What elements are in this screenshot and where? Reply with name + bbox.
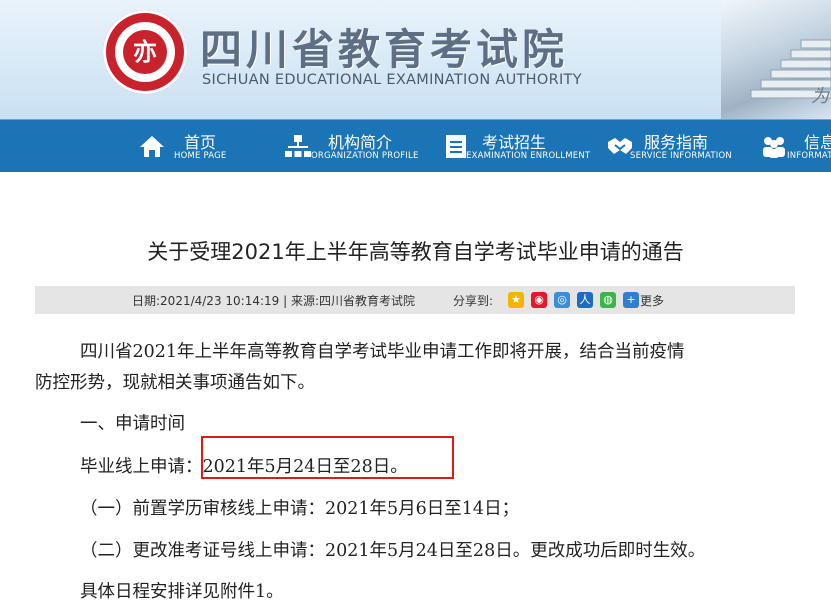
paragraph-intro-line2: 防控形势，现就相关事项通告如下。 <box>35 373 315 393</box>
site-header: 亦 四川省教育考试院 SICHUAN EDUCATIONAL EXAMINATI… <box>0 0 831 119</box>
nav-label: 信息 <box>804 133 831 152</box>
qzone-icon[interactable]: ★ <box>508 292 524 308</box>
section-heading: 一、申请时间 <box>80 414 185 434</box>
header-slogan-fragment: 为 <box>811 86 829 107</box>
nav-label: 考试招生 <box>482 133 547 152</box>
change-ticket-line: （二）更改准考证号线上申请：2021年5月24日至28日。更改成功后即时生效。 <box>80 541 706 561</box>
nav-label-en: ORGANIZATION PROFILE <box>311 151 419 161</box>
nav-item-home[interactable]: 首页 HOME PAGE <box>138 120 248 172</box>
nav-item-service[interactable]: 服务指南 SERVICE INFORMATION <box>606 120 746 172</box>
pre-qualification-line: （一）前置学历审核线上申请：2021年5月6日至14日； <box>80 499 520 519</box>
renren-icon[interactable]: 人 <box>577 292 593 308</box>
org-chart-icon <box>285 135 311 157</box>
site-title: 四川省教育考试院 <box>200 25 569 74</box>
nav-label-en: INFORMAT <box>787 151 831 161</box>
nav-label-en: SERVICE INFORMATION <box>630 151 732 161</box>
weibo-icon[interactable]: ◉ <box>531 292 547 308</box>
nav-label: 首页 <box>184 133 217 152</box>
nav-label: 机构简介 <box>328 133 393 152</box>
highlight-box <box>201 436 454 479</box>
tencent-weibo-icon[interactable]: ◎ <box>554 292 570 308</box>
nav-label-en: HOME PAGE <box>174 151 227 161</box>
nav-item-information[interactable]: 信息 INFORMAT <box>760 120 831 172</box>
paragraph-intro-line1: 四川省2021年上半年高等教育自学考试毕业申请工作即将开展，结合当前疫情 <box>80 342 685 362</box>
wechat-icon[interactable]: ◍ <box>600 292 616 308</box>
article-meta-bar: 日期:2021/4/23 10:14:19 | 来源:四川省教育考试院 分享到:… <box>35 286 795 314</box>
share-label: 分享到: <box>453 294 494 308</box>
nav-item-organization[interactable]: 机构简介 ORGANIZATION PROFILE <box>284 120 429 172</box>
logo-emblem: 亦 <box>123 30 167 74</box>
article-title: 关于受理2021年上半年高等教育自学考试毕业申请的通告 <box>147 240 684 264</box>
nav-item-exam-enrollment[interactable]: 考试招生 EXAMINATION ENROLLMENT <box>442 120 602 172</box>
more-share-icon[interactable]: + <box>623 292 639 308</box>
schedule-note-line: 具体日程安排详见附件1。 <box>80 582 284 602</box>
nav-label-en: EXAMINATION ENROLLMENT <box>466 151 591 161</box>
site-logo[interactable]: 亦 <box>103 10 187 94</box>
main-navigation: 首页 HOME PAGE 机构简介 ORGANIZATION PROFILE 考… <box>0 119 831 172</box>
home-icon <box>140 136 164 157</box>
header-decoration-image: 为 <box>721 0 831 119</box>
article-meta: 日期:2021/4/23 10:14:19 | 来源:四川省教育考试院 <box>132 294 415 308</box>
share-more-link[interactable]: 更多 <box>640 292 664 309</box>
people-icon <box>763 137 785 158</box>
site-subtitle: SICHUAN EDUCATIONAL EXAMINATION AUTHORIT… <box>202 72 582 88</box>
nav-label: 服务指南 <box>644 133 709 152</box>
